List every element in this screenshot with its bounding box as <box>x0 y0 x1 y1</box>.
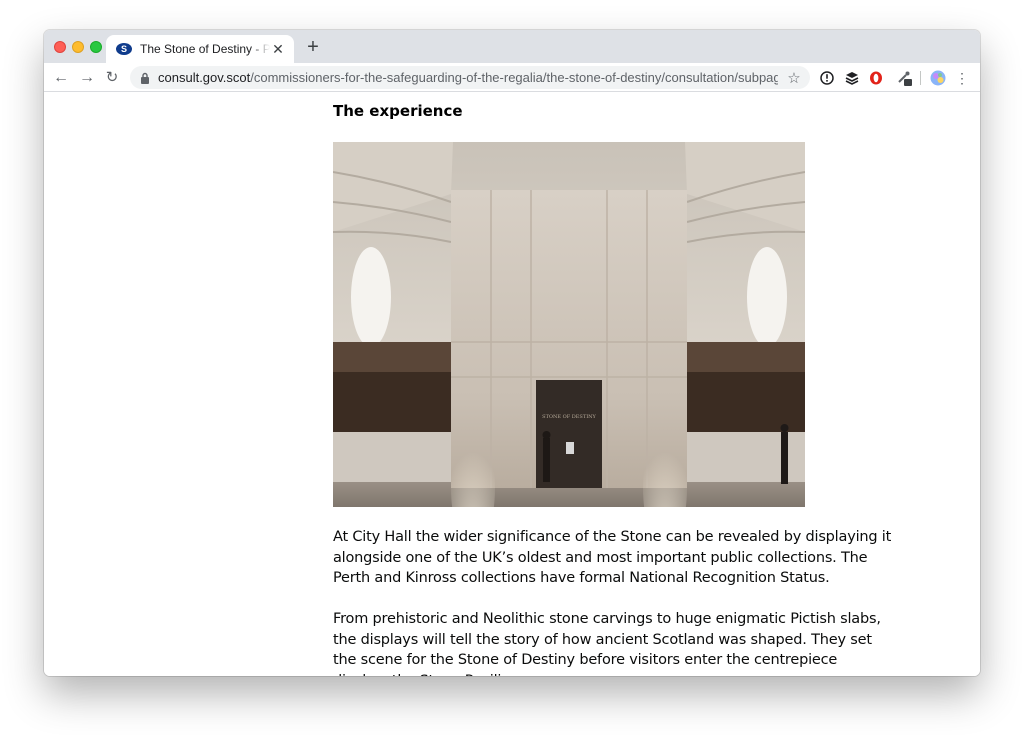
paragraph: From prehistoric and Neolithic stone car… <box>333 611 881 676</box>
opera-icon[interactable] <box>868 70 884 86</box>
forward-button[interactable]: → <box>77 68 97 88</box>
new-tab-button[interactable]: + <box>303 37 323 57</box>
browser-toolbar: ← → ↻ consult.gov.scot/commissioners-for… <box>44 63 980 92</box>
eyedropper-icon[interactable] <box>896 70 912 86</box>
layers-icon[interactable] <box>844 70 860 86</box>
info-icon[interactable] <box>819 70 835 86</box>
site-favicon-icon: S <box>116 43 132 55</box>
stone-pavilion-rendering: STONE OF DESTINY <box>333 142 805 507</box>
profile-avatar[interactable] <box>930 70 946 86</box>
menu-icon[interactable]: ⋮ <box>954 70 970 86</box>
tab-active[interactable]: S The Stone of Destiny - Page 1 of ✕ <box>106 35 294 63</box>
lock-icon[interactable] <box>140 72 150 84</box>
url-text[interactable]: consult.gov.scot/commissioners-for-the-s… <box>158 70 778 85</box>
reload-button[interactable]: ↻ <box>102 68 122 88</box>
page-content: The experience STONE OF DESTINY At City … <box>44 92 980 676</box>
back-button[interactable]: ← <box>51 68 71 88</box>
url-host: consult.gov.scot <box>158 70 251 85</box>
tab-title: The Stone of Destiny - Page 1 of <box>140 42 270 56</box>
tab-strip: S The Stone of Destiny - Page 1 of ✕ + <box>44 30 980 63</box>
toolbar-separator <box>920 71 921 85</box>
zoom-window-button[interactable] <box>90 41 102 53</box>
bookmark-star-icon[interactable]: ☆ <box>786 69 802 87</box>
url-path: /commissioners-for-the-safeguarding-of-t… <box>250 70 778 85</box>
pavilion-inscription: STONE OF DESTINY <box>542 414 596 420</box>
section-heading: The experience <box>333 102 463 120</box>
close-window-button[interactable] <box>54 41 66 53</box>
paragraph: At City Hall the wider significance of t… <box>333 529 892 586</box>
address-bar[interactable]: consult.gov.scot/commissioners-for-the-s… <box>130 66 810 89</box>
minimize-window-button[interactable] <box>72 41 84 53</box>
browser-window: S The Stone of Destiny - Page 1 of ✕ + ←… <box>44 30 980 676</box>
close-tab-icon[interactable]: ✕ <box>270 41 286 58</box>
